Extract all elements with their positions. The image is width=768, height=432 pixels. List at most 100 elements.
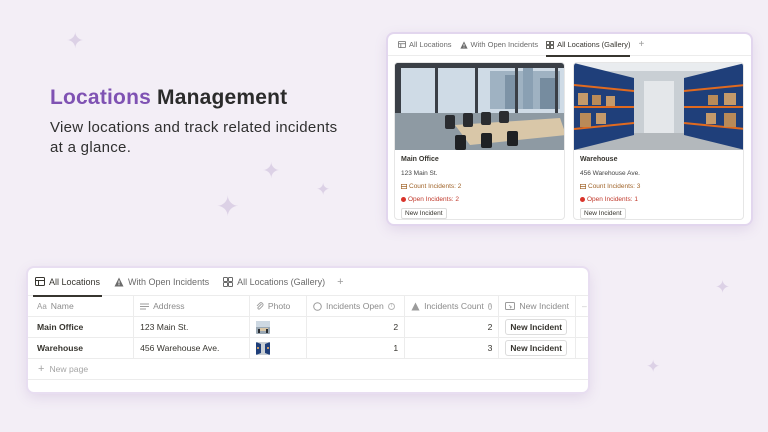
hero-title-accent: Locations bbox=[50, 86, 151, 109]
tab-label: With Open Incidents bbox=[128, 276, 210, 287]
lines-icon bbox=[140, 303, 150, 310]
open-label: Open Incidents: 1 bbox=[587, 196, 638, 203]
row-more bbox=[576, 338, 588, 358]
view-tabs: All Locations With Open Incidents All Lo… bbox=[28, 268, 588, 297]
card-address: 123 Main St. bbox=[401, 170, 438, 177]
inbox-icon bbox=[401, 184, 407, 189]
red-circle-icon bbox=[401, 197, 406, 202]
gallery-cards: Main Office 123 Main St. Count Incidents… bbox=[388, 56, 751, 220]
card-open-incidents: Open Incidents: 2 bbox=[401, 196, 558, 203]
gallery-icon bbox=[546, 40, 555, 49]
header-incidents-open[interactable]: Incidents Open i bbox=[307, 296, 406, 316]
new-incident-button[interactable]: New Incident bbox=[505, 340, 568, 356]
office-photo bbox=[395, 63, 564, 150]
sparkle-icon: ✦ bbox=[262, 158, 281, 183]
view-tabs: All Locations With Open Incidents All Lo… bbox=[388, 34, 751, 57]
sparkle-icon: ✦ bbox=[646, 357, 661, 376]
button-property-icon bbox=[505, 302, 516, 310]
header-label: Incidents Open bbox=[325, 301, 384, 311]
tab-label: All Locations bbox=[49, 276, 101, 287]
card-count-incidents: Count Incidents: 3 bbox=[580, 183, 737, 190]
row-more bbox=[576, 317, 588, 337]
card-body: Warehouse 456 Warehouse Ave. Count Incid… bbox=[574, 150, 743, 219]
red-circle-icon bbox=[580, 197, 585, 202]
gallery-card-main-office[interactable]: Main Office 123 Main St. Count Incidents… bbox=[394, 62, 565, 220]
row-photo[interactable] bbox=[250, 338, 307, 358]
tab-all-locations-gallery[interactable]: All Locations (Gallery) bbox=[546, 34, 631, 57]
card-open-incidents: Open Incidents: 1 bbox=[580, 196, 737, 203]
header-name[interactable]: Aa Name bbox=[28, 296, 135, 316]
row-name[interactable]: Main Office bbox=[28, 317, 135, 337]
info-icon[interactable]: i bbox=[487, 302, 493, 310]
card-address: 456 Warehouse Ave. bbox=[580, 170, 640, 177]
count-label: Count Incidents: 3 bbox=[588, 183, 641, 190]
hero-title: Locations Management bbox=[50, 86, 350, 110]
header-incidents-count[interactable]: Incidents Count i bbox=[405, 296, 500, 316]
text-property-icon: Aa bbox=[37, 301, 47, 311]
locations-table: Aa Name Address Photo Incidents Open i I… bbox=[28, 296, 588, 380]
tab-all-locations[interactable]: All Locations bbox=[398, 34, 452, 56]
row-address[interactable]: 456 Warehouse Ave. bbox=[134, 338, 250, 358]
table-header-row: Aa Name Address Photo Incidents Open i I… bbox=[28, 296, 588, 317]
warehouse-photo bbox=[574, 63, 743, 150]
tab-all-locations-gallery[interactable]: All Locations (Gallery) bbox=[221, 268, 327, 296]
sparkle-icon: ✦ bbox=[316, 180, 331, 199]
sparkle-icon: ✦ bbox=[715, 277, 731, 297]
tab-label: With Open Incidents bbox=[470, 40, 539, 49]
row-incidents-open[interactable]: 1 bbox=[307, 338, 406, 358]
header-label: Photo bbox=[267, 301, 291, 311]
tab-with-open-incidents[interactable]: With Open Incidents bbox=[112, 268, 211, 296]
new-incident-button[interactable]: New Incident bbox=[505, 319, 568, 335]
table-row[interactable]: Main Office 123 Main St. 2 2 New Inciden… bbox=[28, 317, 588, 338]
row-address[interactable]: 123 Main St. bbox=[134, 317, 250, 337]
hero: Locations Management View locations and … bbox=[50, 86, 350, 158]
info-icon[interactable]: i bbox=[387, 302, 395, 310]
tab-with-open-incidents[interactable]: With Open Incidents bbox=[459, 34, 539, 56]
row-name[interactable]: Warehouse bbox=[28, 338, 135, 358]
new-incident-button[interactable]: New Incident bbox=[580, 208, 626, 219]
row-new-incident-cell: New Incident bbox=[499, 317, 577, 337]
table-row[interactable]: Warehouse 456 Warehouse Ave. 1 3 New Inc… bbox=[28, 338, 588, 359]
hero-subtitle: View locations and track related inciden… bbox=[50, 119, 338, 156]
add-view-icon[interactable]: + bbox=[638, 39, 644, 50]
row-incidents-open[interactable]: 2 bbox=[307, 317, 406, 337]
office-photo-thumb[interactable] bbox=[255, 320, 270, 334]
card-body: Main Office 123 Main St. Count Incidents… bbox=[395, 150, 564, 219]
tab-label: All Locations (Gallery) bbox=[557, 40, 631, 49]
new-page-button[interactable]: + New page bbox=[28, 359, 588, 380]
add-view-icon[interactable]: + bbox=[337, 276, 343, 288]
tab-label: All Locations (Gallery) bbox=[237, 276, 326, 287]
table-icon bbox=[35, 277, 45, 286]
card-title: Main Office bbox=[401, 156, 439, 163]
header-label: New Incident bbox=[519, 301, 570, 311]
row-photo[interactable] bbox=[250, 317, 307, 337]
tab-label: All Locations bbox=[409, 40, 452, 49]
rollup-icon bbox=[411, 301, 420, 311]
new-incident-button[interactable]: New Incident bbox=[401, 208, 447, 219]
row-incidents-count[interactable]: 2 bbox=[405, 317, 500, 337]
hero-title-rest: Management bbox=[150, 86, 288, 109]
table-panel: All Locations With Open Incidents All Lo… bbox=[28, 268, 588, 392]
gallery-panel: All Locations With Open Incidents All Lo… bbox=[388, 34, 751, 224]
filter-icon bbox=[114, 277, 124, 287]
gallery-icon bbox=[223, 276, 234, 287]
header-photo[interactable]: Photo bbox=[250, 296, 307, 316]
warehouse-photo-thumb[interactable] bbox=[255, 341, 270, 355]
count-label: Count Incidents: 2 bbox=[409, 183, 462, 190]
tab-all-locations[interactable]: All Locations bbox=[33, 268, 103, 297]
row-incidents-count[interactable]: 3 bbox=[405, 338, 500, 358]
header-more[interactable]: – bbox=[576, 296, 588, 316]
header-new-incident[interactable]: New Incident bbox=[499, 296, 577, 316]
paperclip-icon bbox=[256, 301, 264, 311]
card-title: Warehouse bbox=[580, 156, 618, 163]
header-label: Name bbox=[50, 301, 74, 311]
table-icon bbox=[398, 41, 406, 48]
sparkle-icon: ✦ bbox=[216, 191, 240, 222]
row-new-incident-cell: New Incident bbox=[499, 338, 577, 358]
header-label: Incidents Count bbox=[424, 301, 484, 311]
gallery-card-warehouse[interactable]: Warehouse 456 Warehouse Ave. Count Incid… bbox=[573, 62, 744, 220]
header-address[interactable]: Address bbox=[134, 296, 250, 316]
new-page-label: New page bbox=[49, 364, 89, 374]
open-label: Open Incidents: 2 bbox=[408, 196, 459, 203]
card-count-incidents: Count Incidents: 2 bbox=[401, 183, 558, 190]
